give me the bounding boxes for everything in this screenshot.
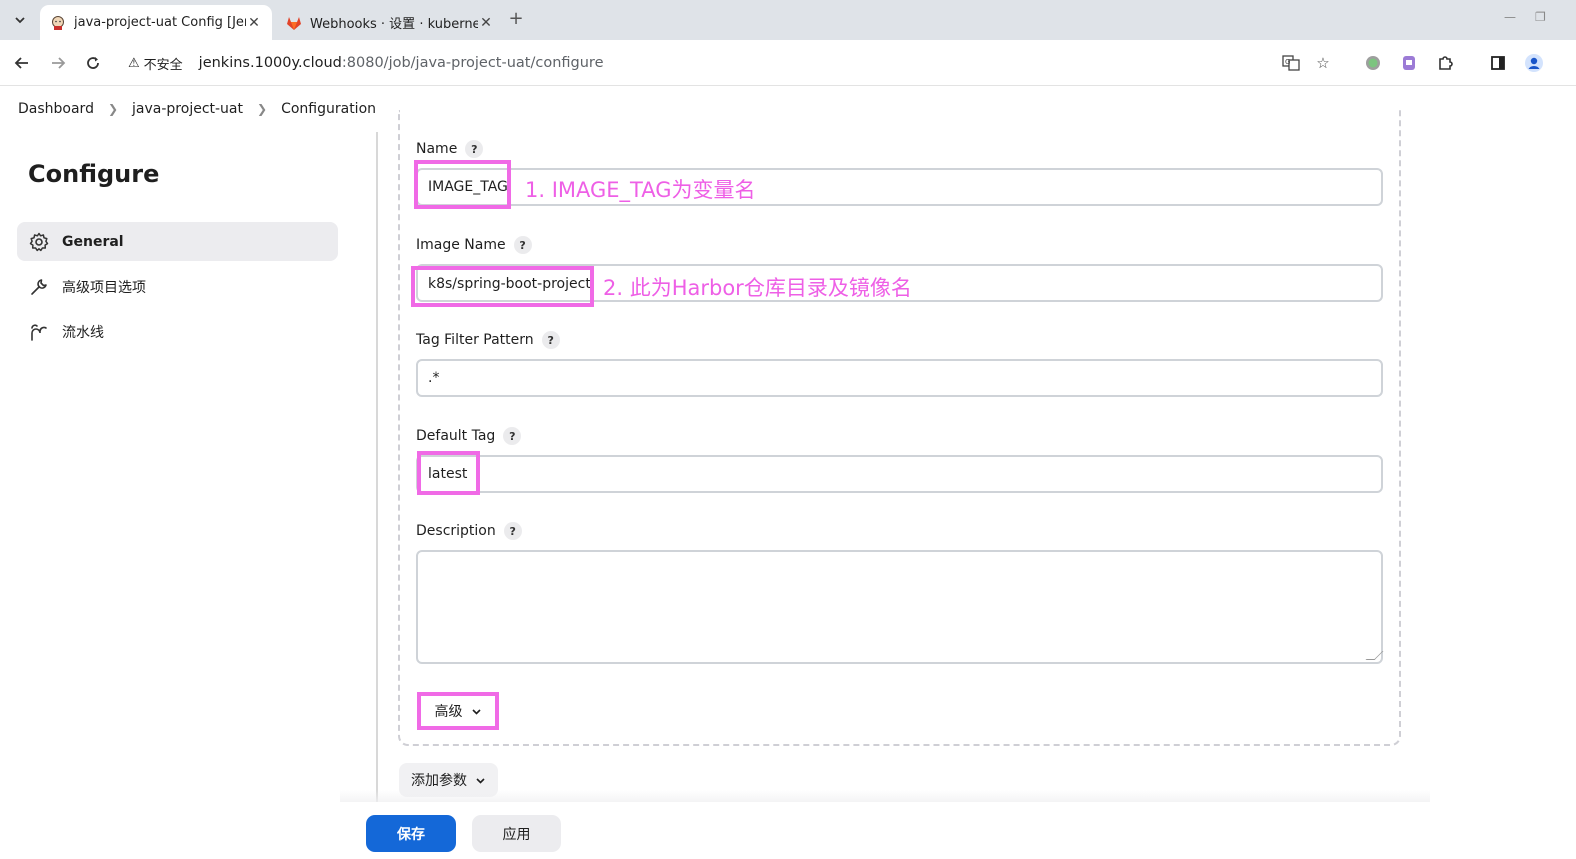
tab-gitlab-webhooks[interactable]: Webhooks · 设置 · kubernet ✕	[276, 5, 504, 40]
profile-avatar-icon[interactable]	[1524, 53, 1544, 73]
help-icon[interactable]: ?	[503, 427, 522, 445]
url-host: jenkins.1000y.cloud	[198, 55, 342, 71]
forward-button[interactable]	[46, 51, 70, 75]
help-icon[interactable]: ?	[513, 236, 532, 254]
tab-jenkins-config[interactable]: java-project-uat Config [Jen ✕	[40, 5, 272, 40]
new-tab-button[interactable]: +	[506, 8, 526, 32]
tab-title: java-project-uat Config [Jen	[74, 15, 246, 30]
extension-purple-icon[interactable]	[1399, 53, 1419, 73]
page-title: Configure	[28, 160, 160, 188]
description-label: Description ?	[416, 522, 522, 540]
tag-filter-label: Tag Filter Pattern ?	[416, 331, 560, 349]
highlight-box-image-name	[411, 266, 594, 307]
sidebar-item-label: 流水线	[62, 324, 104, 341]
breadcrumb-dashboard[interactable]: Dashboard	[18, 101, 94, 117]
url-path: :8080/job/java-project-uat/configure	[341, 55, 604, 71]
pipeline-icon	[29, 322, 49, 342]
breadcrumb-job[interactable]: java-project-uat	[132, 101, 243, 117]
resize-handle[interactable]	[1365, 651, 1384, 660]
help-icon[interactable]: ?	[541, 331, 560, 349]
image-name-label-text: Image Name	[416, 237, 506, 253]
sidebar-item-label: General	[62, 233, 124, 250]
breadcrumb-configuration[interactable]: Configuration	[281, 101, 376, 117]
close-icon[interactable]: ✕	[246, 15, 262, 31]
help-icon[interactable]: ?	[503, 522, 522, 540]
name-label: Name ?	[416, 140, 484, 158]
reload-button[interactable]	[81, 51, 105, 75]
translate-icon[interactable]: G	[1281, 53, 1301, 73]
gear-icon	[29, 232, 49, 252]
browser-toolbar: ⚠ 不安全 jenkins.1000y.cloud:8080/job/java-…	[0, 40, 1576, 86]
bottom-action-bar	[0, 802, 1576, 859]
arrow-right-icon	[52, 57, 66, 69]
restore-icon[interactable]: ❐	[1535, 10, 1546, 24]
address-bar[interactable]: ⚠ 不安全 jenkins.1000y.cloud:8080/job/java-…	[120, 46, 1120, 80]
close-icon[interactable]: ✕	[478, 15, 494, 31]
add-parameter-label: 添加参数	[411, 773, 467, 789]
image-name-label: Image Name ?	[416, 236, 532, 254]
minimize-icon[interactable]: —	[1504, 10, 1516, 24]
save-button[interactable]: 保存	[366, 815, 456, 852]
default-tag-label-text: Default Tag	[416, 428, 496, 444]
jenkins-icon	[52, 15, 64, 30]
back-button[interactable]	[10, 51, 34, 75]
panel-divider	[376, 132, 378, 802]
sidebar-item-advanced-options[interactable]: 高级项目选项	[17, 267, 338, 306]
tag-filter-label-text: Tag Filter Pattern	[416, 332, 534, 348]
side-panel-icon[interactable]	[1488, 53, 1508, 73]
default-tag-label: Default Tag ?	[416, 427, 522, 445]
security-label: 不安全	[143, 57, 183, 73]
description-label-text: Description	[416, 523, 496, 539]
tab-title: Webhooks · 设置 · kubernet	[310, 17, 478, 32]
highlight-box-advanced	[417, 692, 499, 730]
chevron-down-icon	[15, 17, 25, 24]
name-label-text: Name	[416, 141, 458, 157]
tab-search-button[interactable]	[8, 8, 32, 32]
security-indicator[interactable]: ⚠ 不安全	[120, 54, 191, 73]
svg-text:G: G	[1285, 58, 1290, 66]
chevron-right-icon: ❯	[107, 102, 119, 116]
star-icon[interactable]: ☆	[1313, 53, 1333, 73]
chevron-right-icon: ❯	[257, 102, 268, 116]
highlight-box-default-tag	[417, 451, 480, 495]
sidebar-item-general[interactable]: General	[17, 222, 338, 261]
reload-icon	[87, 57, 99, 69]
extensions-puzzle-icon[interactable]	[1435, 53, 1455, 73]
wrench-icon	[29, 277, 49, 297]
apply-button[interactable]: 应用	[472, 815, 561, 852]
sidebar-item-pipeline[interactable]: 流水线	[17, 312, 338, 351]
tag-filter-input[interactable]: .*	[416, 359, 1383, 397]
url-text: jenkins.1000y.cloud:8080/job/java-projec…	[199, 55, 604, 71]
default-tag-input[interactable]: latest	[416, 455, 1383, 493]
annotation-1: 1. IMAGE_TAG为变量名	[525, 178, 756, 202]
sidebar-item-label: 高级项目选项	[62, 279, 146, 296]
arrow-left-icon	[14, 57, 28, 69]
highlight-box-name	[414, 160, 511, 209]
extension-green-icon[interactable]	[1363, 53, 1383, 73]
annotation-2: 2. 此为Harbor仓库目录及镜像名	[603, 276, 912, 300]
warning-icon: ⚠	[128, 55, 140, 71]
chevron-down-icon	[476, 777, 485, 784]
description-textarea[interactable]	[416, 550, 1384, 664]
browser-tabstrip: java-project-uat Config [Jen ✕ Webhooks …	[0, 0, 1576, 40]
help-icon[interactable]: ?	[465, 140, 484, 158]
gitlab-icon	[287, 16, 301, 30]
tag-filter-input-value: .*	[428, 370, 440, 386]
